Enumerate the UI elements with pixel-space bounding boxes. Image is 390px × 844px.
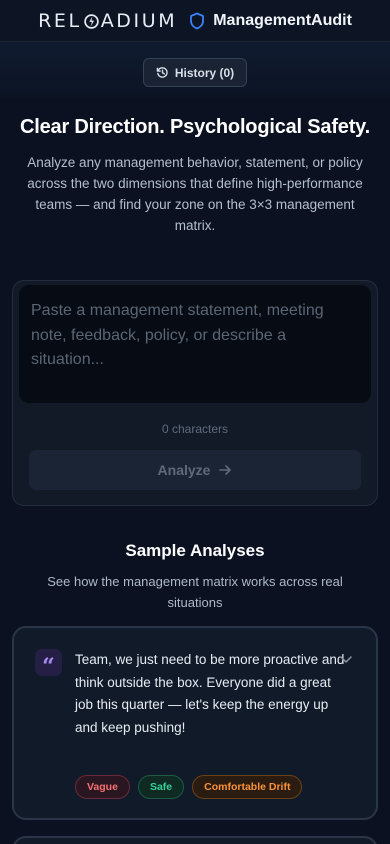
hero-section: Clear Direction. Psychological Safety. A… [0,116,390,236]
analysis-input-card: Paste a management statement, meeting no… [12,280,378,506]
sample-card[interactable]: “ Team, we just need to be more proactiv… [12,626,378,820]
sample-card-next[interactable] [12,836,378,844]
reload-o-icon [83,14,99,29]
sample-quote: Team, we just need to be more proactive … [75,652,345,735]
shield-icon [190,12,205,29]
app-name: ManagementAudit [213,11,352,29]
arrow-right-icon [219,465,232,475]
page-title: Clear Direction. Psychological Safety. [20,116,370,138]
brand-text-start: REL [38,9,82,32]
history-label: History (0) [174,65,235,80]
history-icon [156,67,168,78]
quote-icon: “ [35,649,62,678]
analyze-label: Analyze [157,462,211,478]
tag-comfortable-drift: Comfortable Drift [192,775,303,799]
top-bar: REL ADIUM ManagementAudit [0,0,390,41]
brand-text-end: ADIUM [100,9,178,32]
chevron-down-icon[interactable] [339,652,353,666]
tag-vague: Vague [75,775,130,799]
history-button[interactable]: History (0) [142,58,248,87]
history-bar: History (0) [0,51,390,97]
brand-logo[interactable]: REL ADIUM [38,10,177,32]
analyze-button[interactable]: Analyze [29,450,361,490]
header-divider [0,41,390,51]
sample-tags: Vague Safe Comfortable Drift [75,775,303,799]
samples-subtitle: See how the management matrix works acro… [47,574,343,610]
hero-subtitle: Analyze any management behavior, stateme… [27,155,363,233]
samples-heading: Sample Analyses [125,541,265,560]
statement-input[interactable]: Paste a management statement, meeting no… [19,285,371,403]
character-count: 0 characters [161,422,229,436]
tag-safe: Safe [137,775,185,799]
